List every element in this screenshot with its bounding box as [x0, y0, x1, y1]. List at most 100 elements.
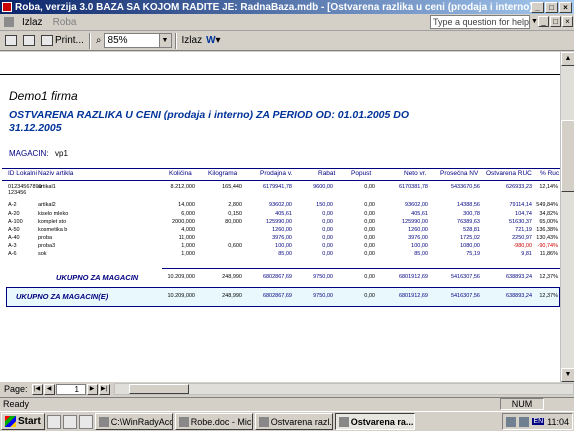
table-row-4-name: kosmetika b	[38, 227, 68, 233]
sum-rule	[162, 268, 560, 269]
help-search-input[interactable]: Type a question for help	[430, 15, 530, 29]
table-row-4-id: A-50	[8, 227, 20, 233]
scroll-down-icon[interactable]: ▼	[561, 368, 574, 382]
word-icon	[178, 416, 189, 427]
table-row-1-pruc: 549,84%	[536, 202, 558, 208]
ie-icon[interactable]	[46, 414, 61, 429]
zoom-button[interactable]: ⌕	[94, 33, 104, 49]
doc-minimize-button[interactable]: _	[538, 16, 549, 27]
menu-roba[interactable]: Roba	[48, 17, 82, 28]
table-row-4-neto: 1260,00	[408, 227, 428, 233]
table-row-3-pruc: 65,00%	[539, 219, 558, 225]
table-row-5-pruc: 130,43%	[536, 235, 558, 241]
table-row-3-prod: 125990,00	[266, 219, 292, 225]
table-row-7-id: A-6	[8, 251, 17, 257]
desktop-icon[interactable]	[78, 414, 93, 429]
table-row-4-kol: 4,000	[181, 227, 195, 233]
doc-restore-button[interactable]: □	[550, 16, 561, 27]
tray-icon[interactable]	[519, 416, 530, 427]
horizontal-scrollbar[interactable]	[113, 383, 574, 395]
document-icon[interactable]	[4, 17, 14, 27]
table-row-4-pnv: 528,81	[463, 227, 480, 233]
table-row-6-name: proba3	[38, 243, 56, 249]
table-row-0-id: 01234567890 123456	[8, 184, 42, 196]
task-robe-doc[interactable]: Robe.doc - Mic...	[174, 413, 253, 430]
printer-icon	[41, 35, 53, 46]
table-row-1-kg: 2,800	[228, 202, 242, 208]
scroll-up-icon[interactable]: ▲	[561, 52, 574, 66]
hscroll-thumb[interactable]	[128, 384, 189, 394]
close-preview-button[interactable]: Izlaz	[180, 33, 205, 49]
start-button[interactable]: Start	[1, 413, 45, 430]
table-row-3-rab: 0,00	[322, 219, 333, 225]
setup-icon-button[interactable]	[21, 33, 39, 49]
word-icon: W	[206, 35, 216, 46]
close-button[interactable]: ×	[559, 1, 572, 13]
total-magacin-pnv: 5416307,56	[450, 274, 480, 280]
table-row-3-pop: 0,00	[364, 219, 375, 225]
table-row-7-kol: 1,000	[181, 251, 195, 257]
task-ostvarena-1[interactable]: Ostvarena razl...	[254, 413, 333, 430]
vertical-scrollbar[interactable]: ▲ ▼	[560, 52, 574, 382]
total-magacin-kol: 10.209,000	[167, 274, 195, 280]
table-row-2-pnv: 300,78	[463, 211, 480, 217]
table-row-3-name: komplet sto	[38, 219, 67, 225]
page-rule	[0, 74, 560, 75]
prev-page-icon[interactable]: ◀	[43, 383, 55, 395]
toolbar-separator	[174, 32, 177, 49]
total-magacin-prod: 6802867,69	[262, 274, 292, 280]
table-row-1-id: A-2	[8, 202, 17, 208]
chevron-down-icon[interactable]: ▼	[531, 18, 538, 25]
print-button[interactable]: Print...	[39, 33, 86, 49]
task-ostvarena-2[interactable]: Ostvarena ra...	[334, 413, 415, 430]
table-row-6-pruc: -90,74%	[537, 243, 559, 249]
total-magacin-label: UKUPNO ZA MAGACIN	[56, 273, 139, 282]
clock: 11:04	[547, 416, 569, 427]
toolbar-separator	[88, 32, 91, 49]
total-magacin-rab: 9750,00	[313, 274, 333, 280]
task-winrady[interactable]: C:\WinRadyAcc...	[94, 413, 173, 430]
scroll-thumb[interactable]	[561, 120, 574, 192]
table-row-0-pop: 0,00	[364, 184, 375, 190]
total-magacin-ruc: 638893,24	[506, 274, 532, 280]
word-export-button[interactable]: W ▾	[204, 33, 222, 49]
print-icon-button[interactable]	[3, 33, 21, 49]
page-label: Page:	[4, 384, 28, 394]
total-magacine-label: UKUPNO ZA MAGACIN(E)	[16, 292, 109, 301]
doc-close-button[interactable]: ×	[562, 16, 573, 27]
table-row-6-pop: 0,00	[364, 243, 375, 249]
table-row-1-pnv: 14388,56	[457, 202, 480, 208]
menu-izlaz[interactable]: Izlaz	[17, 17, 48, 28]
next-page-icon[interactable]: ▶	[86, 383, 98, 395]
zoom-select[interactable]: 85% ▼	[103, 33, 172, 48]
outlook-icon[interactable]	[62, 414, 77, 429]
col-prodajna: Prodajna v.	[260, 170, 293, 177]
table-row-0-pruc: 12,14%	[539, 184, 558, 190]
maximize-button[interactable]: □	[545, 1, 558, 13]
table-row-1-neto: 93602,00	[405, 202, 428, 208]
minimize-button[interactable]: _	[531, 1, 544, 13]
table-row-7-name: sok	[38, 251, 47, 257]
tray-icon[interactable]	[506, 416, 517, 427]
header-rule	[2, 180, 560, 181]
page-number-input[interactable]: 1	[55, 383, 86, 395]
table-row-3-neto: 125990,00	[402, 219, 428, 225]
first-page-icon[interactable]: |◀	[31, 383, 43, 395]
table-row-2-ruc: 104,74	[515, 211, 532, 217]
table-row-0-name: artikal1	[38, 184, 56, 190]
col-popust: Popust	[351, 170, 372, 177]
table-row-4-prod: 1260,00	[272, 227, 292, 233]
magacin-label: MAGACIN:	[9, 149, 49, 158]
table-row-6-prod: 100,00	[275, 243, 292, 249]
table-row-1-pop: 0,00	[364, 202, 375, 208]
last-page-icon[interactable]: ▶|	[98, 383, 110, 395]
total-magacine-prod: 6802867,69	[262, 293, 292, 299]
total-magacine-kg: 248,990	[222, 293, 242, 299]
table-row-2-name: kiselo mleko	[38, 211, 69, 217]
print-preview-toolbar: Print... ⌕ 85% ▼ Izlaz W ▾	[0, 31, 574, 51]
language-indicator[interactable]: EN	[532, 418, 545, 425]
table-row-0-neto: 6170381,78	[398, 184, 428, 190]
col-ruc: Ostvarena RUC	[486, 170, 532, 177]
firm-name: Demo1 firma	[9, 89, 78, 103]
table-row-6-ruc: -980,00	[513, 243, 532, 249]
